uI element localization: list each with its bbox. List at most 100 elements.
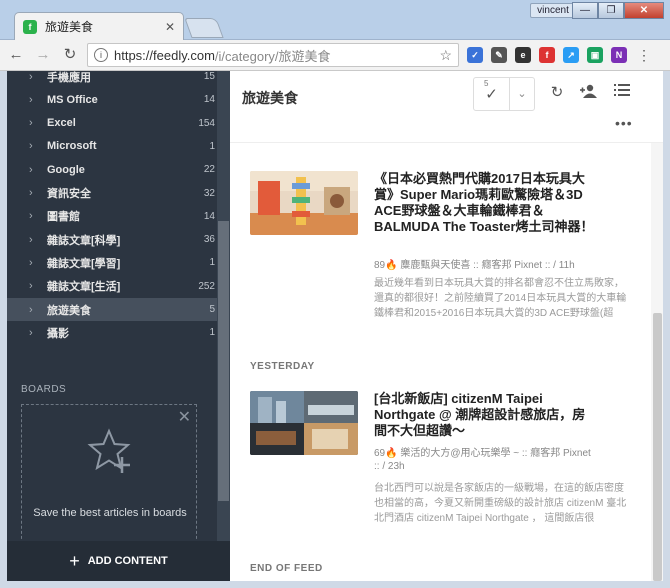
sidebar-category-item[interactable]: › Excel 154 <box>7 112 217 135</box>
boards-placeholder: ✕ Save the best articles in boards <box>21 404 197 544</box>
browser-toolbar: ← → ↻ i https://feedly.com/i/category/旅遊… <box>0 40 670 71</box>
add-content-label: ADD CONTENT <box>87 555 168 567</box>
chevron-right-icon[interactable]: › <box>29 304 41 316</box>
address-bar[interactable]: i https://feedly.com/i/category/旅遊美食 ☆ <box>87 43 459 67</box>
sidebar-category-item[interactable]: › 攝影 1 <box>7 321 217 344</box>
chevron-right-icon[interactable]: › <box>29 210 41 222</box>
sidebar-scroll-thumb[interactable] <box>218 221 229 501</box>
feedly-favicon-icon: f <box>23 19 37 34</box>
article-title[interactable]: 《日本必買熱門代購2017日本玩具大賞》Super Mario瑪莉歐驚險塔＆3D… <box>374 171 594 235</box>
category-unread-count: 32 <box>203 187 215 199</box>
section-yesterday: YESTERDAY <box>250 361 315 372</box>
more-options-icon[interactable]: ••• <box>615 115 633 131</box>
extension-pen-icon[interactable]: ✎ <box>491 47 507 63</box>
sidebar-category-item[interactable]: › 旅遊美食 5 <box>7 298 217 321</box>
extension-onenote-icon[interactable]: N <box>611 47 627 63</box>
sidebar-category-item[interactable]: › 雜誌文章[生活] 252 <box>7 275 217 298</box>
chevron-right-icon[interactable]: › <box>29 117 41 129</box>
info-icon[interactable]: i <box>94 48 108 62</box>
extension-evernote-icon[interactable]: e <box>515 47 531 63</box>
category-name: 旅遊美食 <box>47 304 91 317</box>
category-unread-count: 22 <box>203 164 215 176</box>
toy-photo-image <box>250 171 358 235</box>
title-bar: f 旅遊美食 ✕ vincent — ❐ ✕ <box>0 0 670 40</box>
sidebar-scrollbar[interactable] <box>217 71 230 541</box>
article-item[interactable]: [台北新飯店] citizenM Taipei Northgate @ 潮牌超設… <box>250 391 635 531</box>
close-window-button[interactable]: ✕ <box>624 2 664 19</box>
follow-people-icon[interactable] <box>579 83 599 103</box>
category-name: Microsoft <box>47 140 97 153</box>
article-snippet[interactable]: 台北西門可以說是各家飯店的一級戰場，在這的飯店密度也相當的高，今夏又新開重磅級的… <box>374 481 632 526</box>
boards-hint: Save the best articles in boards <box>33 507 187 519</box>
sidebar-category-item[interactable]: › Microsoft 1 <box>7 135 217 158</box>
browser-menu-icon[interactable]: ⋮ <box>637 47 651 64</box>
profile-name[interactable]: vincent <box>530 3 576 18</box>
chevron-right-icon[interactable]: › <box>29 234 41 246</box>
article-meta: 89🔥 麋鹿甄與天使喜 :: 癮客邦 Pixnet :: / 11h <box>374 260 575 271</box>
extension-slides-icon[interactable]: ▣ <box>587 47 603 63</box>
main-feed: 旅遊美食 5 ✓ ⌄ ↻ ••• 《日本必買熱門代購2017日本玩具大賞》Sup… <box>230 71 663 581</box>
tab-close-icon[interactable]: ✕ <box>165 20 175 34</box>
unread-count: 5 <box>484 79 489 88</box>
sidebar-category-item[interactable]: › 資訊安全 32 <box>7 182 217 205</box>
article-item[interactable]: 《日本必買熱門代購2017日本玩具大賞》Super Mario瑪莉歐驚險塔＆3D… <box>250 171 635 331</box>
add-content-button[interactable]: + ADD CONTENT <box>7 541 230 581</box>
chevron-right-icon[interactable]: › <box>29 94 41 106</box>
category-unread-count: 154 <box>198 117 215 129</box>
extension-share-icon[interactable]: ↗ <box>563 47 579 63</box>
mark-as-read-button[interactable]: 5 ✓ <box>474 78 510 110</box>
article-thumbnail[interactable] <box>250 391 358 455</box>
back-arrow-icon[interactable]: ← <box>5 44 27 66</box>
chevron-right-icon[interactable]: › <box>29 140 41 152</box>
feed-scrollbar[interactable] <box>651 143 663 581</box>
mark-read-dropdown-icon[interactable]: ⌄ <box>510 78 534 110</box>
category-unread-count: 1 <box>209 327 215 339</box>
chevron-right-icon[interactable]: › <box>29 327 41 339</box>
new-tab-button[interactable] <box>184 18 224 38</box>
reload-icon[interactable]: ↻ <box>59 44 81 66</box>
feed-header: 旅遊美食 5 ✓ ⌄ ↻ ••• <box>230 71 663 143</box>
sidebar-category-item[interactable]: › 雜誌文章[學習] 1 <box>7 251 217 274</box>
browser-tab[interactable]: f 旅遊美食 ✕ <box>14 12 184 40</box>
category-name: MS Office <box>47 93 98 106</box>
extension-flipboard-icon[interactable]: f <box>539 47 555 63</box>
category-name: 雜誌文章[科學] <box>47 234 121 247</box>
restore-button[interactable]: ❐ <box>598 2 624 19</box>
sidebar-category-item[interactable]: › 手機應用 15 <box>7 71 217 88</box>
sidebar-category-item[interactable]: › MS Office 14 <box>7 88 217 111</box>
refresh-icon[interactable]: ↻ <box>547 83 567 103</box>
article-thumbnail[interactable] <box>250 171 358 235</box>
category-unread-count: 1 <box>209 257 215 269</box>
mark-as-read-control: 5 ✓ ⌄ <box>473 77 535 111</box>
chevron-right-icon[interactable]: › <box>29 71 41 83</box>
chevron-right-icon[interactable]: › <box>29 257 41 269</box>
article-title[interactable]: [台北新飯店] citizenM Taipei Northgate @ 潮牌超設… <box>374 391 594 439</box>
list-view-icon[interactable] <box>612 83 632 103</box>
chevron-right-icon[interactable]: › <box>29 164 41 176</box>
url-host: https://feedly.com <box>114 47 215 63</box>
category-name: Excel <box>47 117 76 130</box>
category-name: 圖書館 <box>47 211 80 224</box>
chevron-right-icon[interactable]: › <box>29 280 41 292</box>
sidebar-category-item[interactable]: › 雜誌文章[科學] 36 <box>7 228 217 251</box>
tab-title: 旅遊美食 <box>45 20 94 34</box>
category-name: 手機應用 <box>47 71 91 84</box>
boards-close-icon[interactable]: ✕ <box>178 407 191 427</box>
star-plus-icon <box>87 428 131 473</box>
minimize-button[interactable]: — <box>572 2 598 19</box>
category-unread-count: 1 <box>209 140 215 152</box>
feed-scroll-thumb[interactable] <box>653 313 662 581</box>
chevron-right-icon[interactable]: › <box>29 187 41 199</box>
category-name: Google <box>47 163 85 176</box>
category-unread-count: 14 <box>203 210 215 222</box>
hotel-photo-image <box>250 391 358 455</box>
browser-window: f 旅遊美食 ✕ vincent — ❐ ✕ ← → ↻ i https://f… <box>0 0 670 588</box>
category-name: 雜誌文章[生活] <box>47 281 121 294</box>
forward-arrow-icon[interactable]: → <box>32 44 54 66</box>
extension-check-icon[interactable]: ✓ <box>467 47 483 63</box>
bookmark-star-icon[interactable]: ☆ <box>439 47 452 64</box>
article-snippet[interactable]: 最近幾年看到日本玩具大賞的排名都會忍不住立馬敗家，還真的都很好！之前陸續買了20… <box>374 276 632 321</box>
sidebar-category-item[interactable]: › 圖書館 14 <box>7 205 217 228</box>
sidebar-category-item[interactable]: › Google 22 <box>7 158 217 181</box>
category-unread-count: 14 <box>203 94 215 106</box>
